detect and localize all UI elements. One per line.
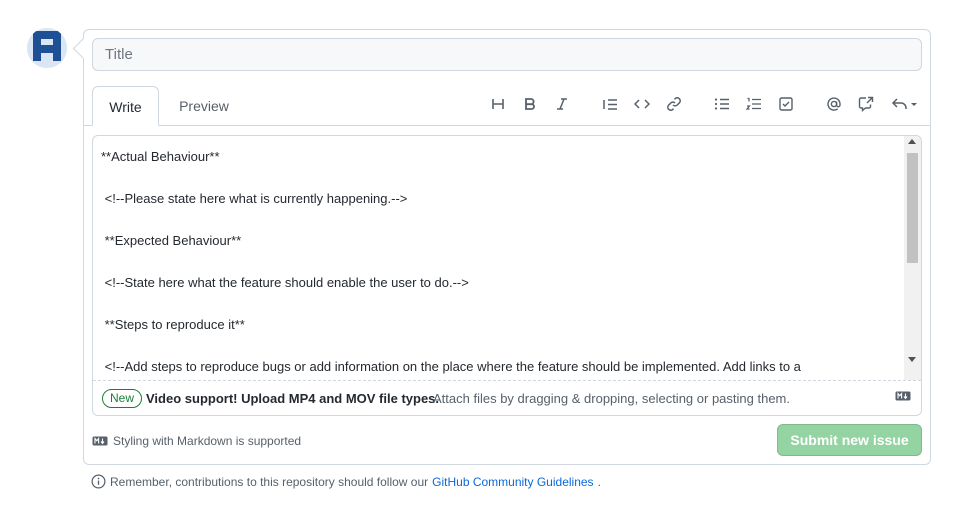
editor-line: <!--Please state here what is currently … bbox=[101, 191, 408, 206]
bold-icon[interactable] bbox=[520, 92, 540, 116]
quote-icon[interactable] bbox=[600, 92, 620, 116]
guidelines-note: Remember, contributions to this reposito… bbox=[91, 474, 601, 489]
submit-new-issue-button[interactable]: Submit new issue bbox=[777, 424, 922, 456]
markdown-icon bbox=[92, 436, 108, 446]
comment-textarea[interactable]: **Actual Behaviour** <!--Please state he… bbox=[93, 136, 905, 381]
editor-scrollbar[interactable] bbox=[904, 136, 921, 381]
comment-editor[interactable]: **Actual Behaviour** <!--Please state he… bbox=[92, 135, 922, 416]
italic-icon[interactable] bbox=[552, 92, 572, 116]
guidelines-suffix: . bbox=[597, 474, 601, 489]
editor-line: <!--State here what the feature should e… bbox=[101, 275, 469, 290]
new-badge: New bbox=[102, 389, 143, 408]
scroll-up-arrow-icon[interactable] bbox=[908, 139, 916, 144]
title-input[interactable] bbox=[92, 38, 922, 71]
mention-icon[interactable] bbox=[824, 92, 844, 116]
saved-replies-icon[interactable] bbox=[890, 92, 920, 116]
markdown-icon bbox=[895, 391, 911, 401]
editor-line: **Expected Behaviour** bbox=[101, 233, 242, 248]
editor-line: <!--Add steps to reproduce bugs or add i… bbox=[101, 359, 801, 374]
avatar[interactable] bbox=[27, 28, 67, 68]
task-list-icon[interactable] bbox=[776, 92, 796, 116]
scroll-thumb[interactable] bbox=[907, 153, 918, 263]
tab-write[interactable]: Write bbox=[92, 86, 159, 126]
video-support-text: Video support! Upload MP4 and MOV file t… bbox=[146, 391, 440, 406]
editor-line: **Steps to reproduce it** bbox=[101, 317, 245, 332]
attach-files-text: Attach files by dragging & dropping, sel… bbox=[433, 391, 790, 406]
identicon-avatar-icon bbox=[27, 28, 67, 68]
editor-line: **Actual Behaviour** bbox=[101, 149, 220, 164]
markdown-note-text: Styling with Markdown is supported bbox=[113, 434, 302, 448]
unordered-list-icon[interactable] bbox=[712, 92, 732, 116]
tabs-divider bbox=[84, 125, 930, 126]
markdown-support-note[interactable]: Styling with Markdown is supported bbox=[92, 434, 301, 448]
scroll-down-arrow-icon[interactable] bbox=[908, 357, 916, 362]
file-attachment-dropzone[interactable]: New Video support! Upload MP4 and MOV fi… bbox=[93, 380, 921, 415]
new-issue-form: Write Preview bbox=[83, 29, 931, 465]
code-icon[interactable] bbox=[632, 92, 652, 116]
tab-preview[interactable]: Preview bbox=[168, 86, 240, 126]
guidelines-text: Remember, contributions to this reposito… bbox=[110, 474, 429, 489]
cross-reference-icon[interactable] bbox=[856, 92, 876, 116]
info-icon bbox=[91, 474, 106, 489]
community-guidelines-link[interactable]: GitHub Community Guidelines bbox=[432, 475, 593, 489]
link-icon[interactable] bbox=[664, 92, 684, 116]
ordered-list-icon[interactable] bbox=[744, 92, 764, 116]
heading-icon[interactable] bbox=[488, 92, 508, 116]
